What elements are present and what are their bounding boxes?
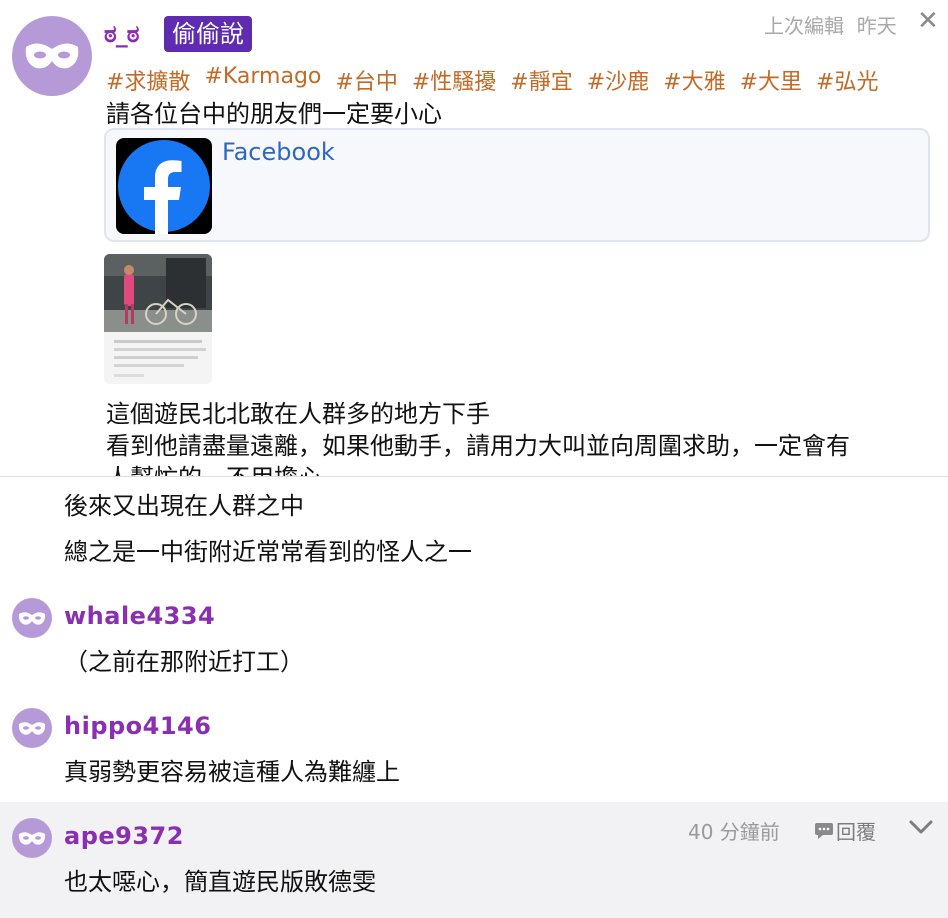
tag-item[interactable]: #大里 — [740, 64, 802, 96]
comment-row-highlighted — [0, 802, 948, 918]
edited-label: 上次編輯 — [764, 14, 844, 38]
reply-label: 回覆 — [836, 820, 876, 844]
comment-text: 真弱勢更容易被這種人為難纏上 — [64, 758, 400, 786]
commenter-avatar[interactable] — [12, 598, 52, 638]
tag-item[interactable]: #沙鹿 — [587, 64, 649, 96]
post-preview: ಠ_ಠ 偷偷說 上次編輯 昨天 ✕ #求擴散 #Karmago #台中 #性騷擾… — [0, 0, 948, 477]
author-emote: ಠ_ಠ — [104, 20, 139, 48]
close-icon[interactable]: ✕ — [917, 6, 939, 36]
tag-list: #求擴散 #Karmago #台中 #性騷擾 #靜宜 #沙鹿 #大雅 #大里 #… — [106, 64, 878, 96]
tag-item[interactable]: #弘光 — [816, 64, 878, 96]
board-badge[interactable]: 偷偷說 — [164, 16, 252, 52]
comment-text: （之前在那附近打工） — [64, 648, 304, 676]
post-text-line: 人幫忙的，不用擔心 — [106, 458, 322, 476]
mask-icon — [18, 611, 46, 625]
tag-item[interactable]: #台中 — [335, 64, 397, 96]
commenter-avatar[interactable] — [12, 818, 52, 858]
comment-text: 也太噁心，簡直遊民版敗德雯 — [64, 868, 376, 896]
edited-when: 昨天 — [856, 14, 897, 38]
tag-item[interactable]: #性騷擾 — [412, 64, 496, 96]
mask-icon — [18, 721, 46, 735]
mask-icon — [25, 43, 79, 69]
comment-text: 總之是一中街附近常常看到的怪人之一 — [64, 538, 472, 566]
link-preview-card[interactable]: Facebook — [104, 128, 930, 242]
facebook-logo-icon — [116, 138, 212, 234]
comment-timestamp: 40 分鐘前 — [688, 820, 780, 844]
edited-timestamp: 上次編輯 昨天 — [764, 10, 897, 39]
tag-item[interactable]: #Karmago — [204, 64, 321, 96]
tag-item[interactable]: #大雅 — [663, 64, 725, 96]
commenter-name[interactable]: ape9372 — [64, 822, 184, 850]
comment-text: 後來又出現在人群之中 — [64, 492, 304, 520]
post-text-line: 請各位台中的朋友們一定要小心 — [106, 100, 442, 128]
post-text-line: 看到他請盡量遠離，如果他動手，請用力大叫並向周圍求助，一定會有 — [106, 432, 850, 460]
tag-item[interactable]: #求擴散 — [106, 64, 190, 96]
speech-bubble-icon — [815, 822, 833, 839]
tag-item[interactable]: #靜宜 — [510, 64, 572, 96]
post-text-line: 這個遊民北北敢在人群多的地方下手 — [106, 400, 490, 428]
attached-image[interactable] — [104, 254, 212, 384]
commenter-name[interactable]: hippo4146 — [64, 712, 211, 740]
commenter-avatar[interactable] — [12, 708, 52, 748]
post-author-avatar[interactable] — [12, 16, 92, 96]
mask-icon — [18, 831, 46, 845]
reply-button[interactable]: 回覆 — [814, 816, 876, 845]
chevron-down-icon[interactable] — [908, 814, 934, 840]
link-preview-title: Facebook — [222, 138, 335, 166]
commenter-name[interactable]: whale4334 — [64, 602, 215, 630]
